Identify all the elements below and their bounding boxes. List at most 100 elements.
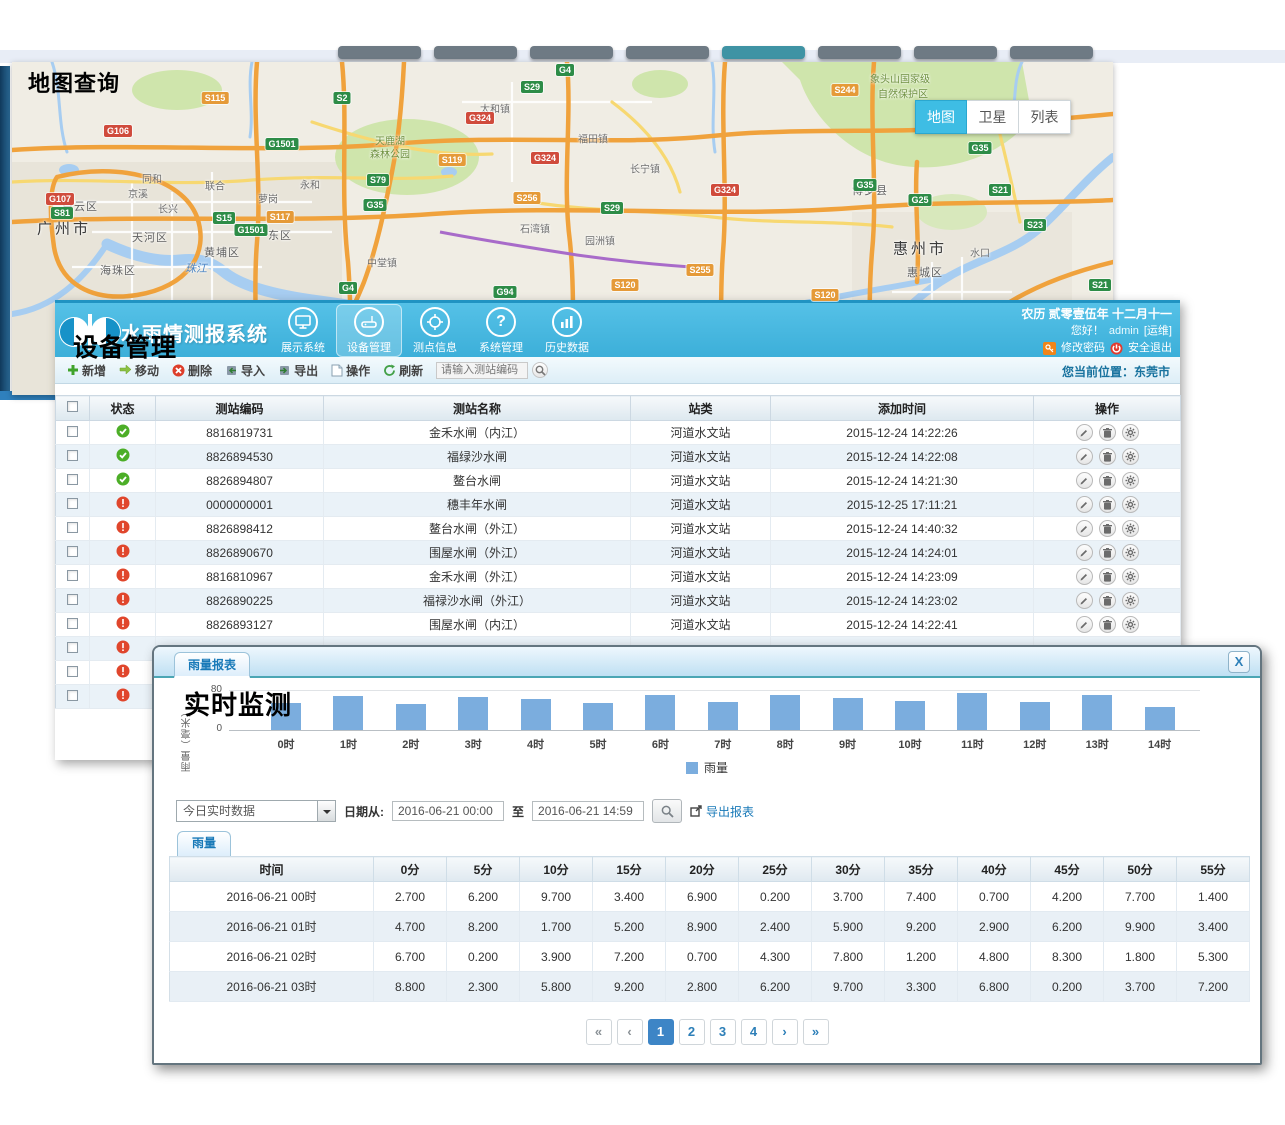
map-place-label: 海珠区 (100, 262, 136, 278)
page-nav-button[interactable]: ‹ (617, 1019, 643, 1045)
legend-label: 雨量 (704, 761, 728, 775)
settings-button[interactable] (1122, 520, 1139, 537)
map-type-button-卫星[interactable]: 卫星 (967, 100, 1019, 134)
edit-button[interactable] (1076, 472, 1093, 489)
top-tab[interactable] (722, 46, 805, 59)
toolbar-imp-button[interactable]: 导入 (225, 362, 265, 379)
settings-button[interactable] (1122, 424, 1139, 441)
cell-rain-value: 8.800 (374, 972, 447, 1002)
page-button-1[interactable]: 1 (648, 1019, 674, 1045)
edit-button[interactable] (1076, 592, 1093, 609)
row-checkbox[interactable] (67, 690, 78, 701)
search-icon[interactable] (532, 362, 548, 378)
row-checkbox[interactable] (67, 450, 78, 461)
nav-item-系统管理[interactable]: ?系统管理 (468, 304, 534, 357)
page-button-›[interactable]: › (772, 1019, 798, 1045)
export-report-link[interactable]: 导出报表 (690, 803, 754, 820)
settings-button[interactable] (1122, 568, 1139, 585)
row-checkbox[interactable] (67, 594, 78, 605)
page-button-»[interactable]: » (803, 1019, 829, 1045)
road-shield: S23 (1024, 219, 1046, 231)
top-tab[interactable] (338, 46, 421, 59)
settings-button[interactable] (1122, 472, 1139, 489)
settings-button[interactable] (1122, 448, 1139, 465)
cell-code: 8826890225 (156, 589, 324, 613)
delete-button[interactable] (1099, 568, 1116, 585)
cell-rain-value: 9.200 (885, 912, 958, 942)
status-error-icon (116, 691, 130, 705)
page-button-3[interactable]: 3 (710, 1019, 736, 1045)
top-tab[interactable] (434, 46, 517, 59)
row-checkbox[interactable] (67, 546, 78, 557)
change-password-link[interactable]: 修改密码 (1061, 340, 1105, 357)
chevron-down-icon[interactable] (317, 801, 335, 821)
nav-item-设备管理[interactable]: 设备管理 (336, 304, 402, 357)
nav-item-历史数据[interactable]: 历史数据 (534, 304, 600, 357)
top-tab[interactable] (818, 46, 901, 59)
delete-button[interactable] (1099, 544, 1116, 561)
nav-item-测点信息[interactable]: 测点信息 (402, 304, 468, 357)
page-nav-button[interactable]: « (586, 1019, 612, 1045)
cell-rain-value: 2.400 (739, 912, 812, 942)
delete-button[interactable] (1099, 616, 1116, 633)
edit-button[interactable] (1076, 496, 1093, 513)
top-tab[interactable] (914, 46, 997, 59)
station-code-search-input[interactable] (436, 362, 528, 379)
road-shield: S120 (811, 289, 838, 301)
settings-button[interactable] (1122, 496, 1139, 513)
row-checkbox[interactable] (67, 570, 78, 581)
target-icon (420, 307, 450, 337)
edit-button[interactable] (1076, 544, 1093, 561)
top-tab[interactable] (530, 46, 613, 59)
page-button-2[interactable]: 2 (679, 1019, 705, 1045)
toolbar-move-button[interactable]: 移动 (119, 362, 159, 379)
close-icon[interactable]: X (1228, 651, 1250, 673)
page-button-4[interactable]: 4 (741, 1019, 767, 1045)
tab-rainfall[interactable]: 雨量 (177, 831, 231, 856)
toolbar-refresh-button[interactable]: 刷新 (383, 362, 423, 379)
edit-button[interactable] (1076, 448, 1093, 465)
row-checkbox[interactable] (67, 474, 78, 485)
top-tab[interactable] (626, 46, 709, 59)
top-tab[interactable] (1010, 46, 1093, 59)
delete-button[interactable] (1099, 496, 1116, 513)
edit-button[interactable] (1076, 616, 1093, 633)
cell-rain-value: 7.200 (593, 942, 666, 972)
toolbar-label: 操作 (346, 362, 370, 379)
row-checkbox[interactable] (67, 618, 78, 629)
tab-rainfall-report[interactable]: 雨量报表 (174, 652, 250, 678)
map-type-button-地图[interactable]: 地图 (915, 100, 967, 134)
cell-rain-value: 5.900 (812, 912, 885, 942)
delete-button[interactable] (1099, 592, 1116, 609)
imp-icon (225, 364, 238, 377)
settings-button[interactable] (1122, 592, 1139, 609)
delete-button[interactable] (1099, 448, 1116, 465)
query-button[interactable] (652, 799, 682, 823)
data-mode-select[interactable]: 今日实时数据 (176, 800, 336, 822)
date-from-input[interactable] (392, 801, 504, 821)
toolbar-ops-button[interactable]: 操作 (331, 362, 370, 379)
cell-rain-value: 4.800 (958, 942, 1031, 972)
toolbar-add-button[interactable]: 新增 (67, 362, 106, 379)
logout-link[interactable]: 安全退出 (1128, 340, 1172, 357)
edit-button[interactable] (1076, 424, 1093, 441)
delete-button[interactable] (1099, 472, 1116, 489)
delete-button[interactable] (1099, 424, 1116, 441)
edit-button[interactable] (1076, 520, 1093, 537)
delete-button[interactable] (1099, 520, 1116, 537)
nav-item-展示系统[interactable]: 展示系统 (270, 304, 336, 357)
row-checkbox[interactable] (67, 522, 78, 533)
date-to-input[interactable] (532, 801, 644, 821)
map-type-button-列表[interactable]: 列表 (1019, 100, 1071, 134)
toolbar-del-button[interactable]: 删除 (172, 362, 212, 379)
select-all-checkbox[interactable] (67, 401, 78, 412)
edit-button[interactable] (1076, 568, 1093, 585)
col-minute: 5分 (447, 857, 520, 882)
row-checkbox[interactable] (67, 498, 78, 509)
row-checkbox[interactable] (67, 426, 78, 437)
row-checkbox[interactable] (67, 642, 78, 653)
settings-button[interactable] (1122, 544, 1139, 561)
settings-button[interactable] (1122, 616, 1139, 633)
row-checkbox[interactable] (67, 666, 78, 677)
toolbar-exp-button[interactable]: 导出 (278, 362, 318, 379)
